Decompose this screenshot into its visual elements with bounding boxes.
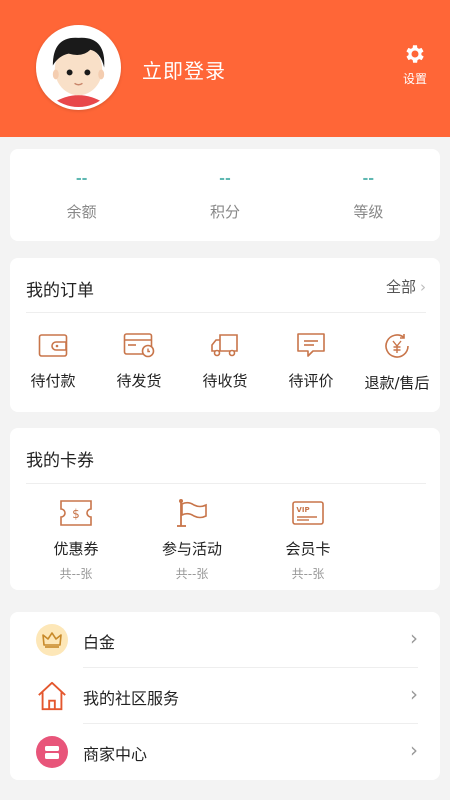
menu-item-platinum[interactable]: 白金 › [10, 612, 440, 668]
crown-icon [36, 624, 68, 656]
voucher-label: 参与活动 [161, 540, 222, 558]
stat-label: 积分 [209, 203, 240, 221]
voucher-label: 会员卡 [285, 540, 331, 558]
voucher-count: 共--张 [59, 567, 93, 581]
house-icon [36, 680, 68, 712]
account-stats: -- 余额 -- 积分 -- 等级 [10, 149, 440, 241]
stat-level[interactable]: -- 等级 [297, 149, 440, 241]
order-status-row: 待付款 待发货 待收货 待评价 退款/售后 [10, 332, 440, 393]
stat-value: -- [75, 171, 88, 187]
chevron-right-icon: › [410, 682, 418, 706]
card-clock-icon [123, 333, 155, 358]
chevron-right-icon: › [410, 738, 418, 762]
menu-list: 白金 › 我的社区服务 › 商家中心 › [10, 612, 440, 780]
chevron-right-icon: › [410, 626, 418, 650]
svg-text:$: $ [72, 507, 80, 521]
order-item-label: 待付款 [30, 372, 76, 390]
svg-text:VIP: VIP [296, 506, 309, 514]
gear-icon [406, 45, 424, 63]
order-pending-payment[interactable]: 待付款 [10, 332, 96, 393]
order-pending-shipment[interactable]: 待发货 [96, 332, 182, 393]
settings-label: 设置 [402, 72, 427, 86]
divider [26, 483, 426, 484]
coupon-entry[interactable]: $ 优惠券 共--张 [18, 498, 134, 582]
menu-item-label: 白金 [83, 633, 116, 652]
orders-title: 我的订单 [26, 281, 94, 301]
orders-section: 我的订单 全部 › 待付款 待发货 待收货 待评价 退款/售后 [10, 258, 440, 412]
voucher-count: 共--张 [175, 567, 209, 581]
coupon-icon: $ [60, 500, 92, 526]
order-item-label: 退款/售后 [364, 374, 430, 392]
avatar-face-icon [39, 28, 118, 107]
order-pending-review[interactable]: 待评价 [268, 332, 354, 393]
vouchers-section: 我的卡券 $ 优惠券 共--张 参与活动 共--张 VIP 会员卡 共--张 [10, 428, 440, 590]
refund-icon [385, 334, 409, 358]
order-item-label: 待评价 [288, 372, 334, 390]
store-icon [36, 736, 68, 768]
comment-icon [297, 333, 325, 357]
all-orders-link[interactable]: 全部 › [386, 276, 426, 297]
order-item-label: 待发货 [116, 372, 162, 390]
member-card-entry[interactable]: VIP 会员卡 共--张 [250, 498, 366, 582]
login-button[interactable]: 立即登录 [142, 55, 226, 84]
stat-label: 等级 [353, 203, 384, 221]
stat-value: -- [362, 171, 375, 187]
voucher-count: 共--张 [291, 567, 325, 581]
order-refund[interactable]: 退款/售后 [354, 332, 440, 393]
avatar[interactable] [36, 25, 121, 110]
flag-icon [177, 499, 207, 527]
profile-header: 立即登录 设置 [0, 0, 450, 137]
stat-value: -- [219, 171, 231, 187]
menu-item-community-service[interactable]: 我的社区服务 › [10, 668, 440, 724]
vouchers-title: 我的卡券 [26, 451, 94, 471]
order-item-label: 待收货 [202, 372, 248, 390]
settings-button[interactable]: 设置 [393, 42, 437, 100]
stat-label: 余额 [66, 203, 97, 221]
menu-item-merchant-center[interactable]: 商家中心 › [10, 724, 440, 780]
truck-icon [211, 334, 238, 357]
menu-item-label: 我的社区服务 [83, 689, 180, 708]
stat-points[interactable]: -- 积分 [153, 149, 296, 241]
vip-card-icon: VIP [292, 501, 324, 525]
menu-item-label: 商家中心 [83, 745, 148, 764]
activity-entry[interactable]: 参与活动 共--张 [134, 498, 250, 582]
chevron-right-icon: › [420, 278, 426, 296]
voucher-row: $ 优惠券 共--张 参与活动 共--张 VIP 会员卡 共--张 [10, 498, 366, 582]
wallet-icon [38, 334, 68, 357]
all-orders-label: 全部 [385, 278, 416, 296]
voucher-label: 优惠券 [53, 540, 99, 558]
stat-balance[interactable]: -- 余额 [10, 149, 153, 241]
order-pending-receipt[interactable]: 待收货 [182, 332, 268, 393]
divider [26, 312, 426, 313]
